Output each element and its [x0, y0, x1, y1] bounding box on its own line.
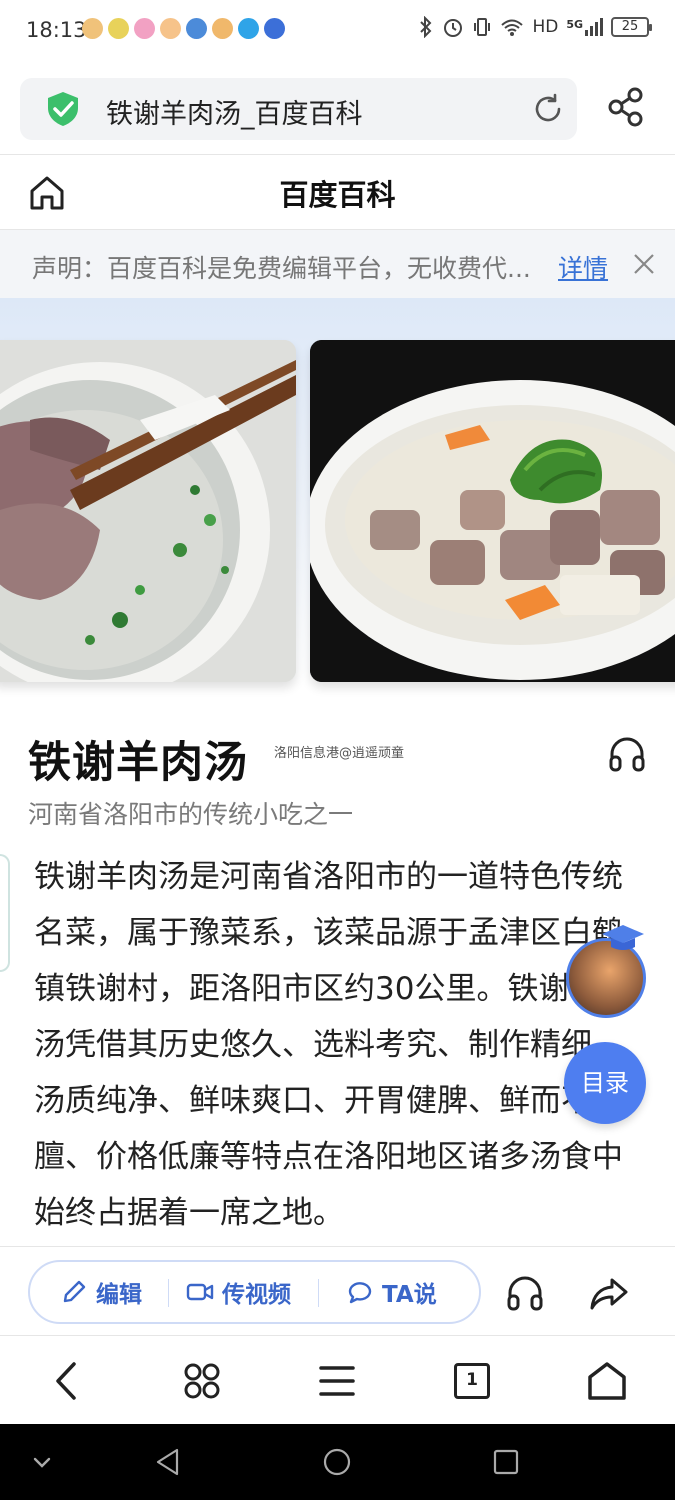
ta-comment-label: TA说 — [382, 1282, 437, 1308]
edit-label: 编辑 — [96, 1282, 142, 1308]
wifi-icon — [501, 19, 524, 36]
network-type: HD — [532, 17, 559, 37]
browser-screen: 18:13 HD 5G 25 铁谢羊肉汤_百度百科 百度百科 声明：百度百科是免… — [0, 0, 675, 1500]
separator — [318, 1279, 319, 1307]
image-gallery[interactable] — [0, 298, 675, 718]
home-icon[interactable] — [586, 1360, 628, 1402]
image-watermark: 洛阳信息港@逍遥顽童 — [274, 746, 405, 761]
disclaimer-banner: 声明：百度百科是免费编辑平台，无收费代... 详情 — [0, 230, 675, 298]
tab-count: 1 — [454, 1363, 490, 1399]
system-indicators: HD 5G 25 — [418, 16, 652, 38]
lamb-soup-photo-2[interactable] — [310, 340, 675, 682]
battery-icon: 25 — [611, 17, 652, 37]
graduation-cap-icon — [602, 925, 644, 950]
back-icon[interactable] — [46, 1360, 88, 1402]
pencil-icon — [63, 1280, 86, 1303]
home-circle-icon[interactable] — [321, 1446, 353, 1478]
status-bar: 18:13 HD 5G 25 — [0, 0, 675, 64]
notification-app-icon — [238, 18, 259, 39]
divider — [0, 1246, 675, 1247]
divider — [0, 154, 675, 155]
signal-icon: 5G — [566, 18, 603, 36]
reload-icon[interactable] — [531, 92, 565, 126]
alarm-icon — [444, 19, 463, 37]
notification-app-icon — [212, 18, 233, 39]
page-title-in-address-bar[interactable]: 铁谢羊肉汤_百度百科 — [106, 92, 363, 131]
shield-check-icon — [48, 92, 78, 126]
lamb-soup-photo-1[interactable] — [0, 340, 296, 682]
article-title: 铁谢羊肉汤 — [28, 738, 248, 788]
side-drawer-handle[interactable] — [0, 854, 10, 972]
recents-square-icon[interactable] — [490, 1446, 522, 1478]
signal-type: 5G — [566, 18, 583, 31]
notification-app-icon — [160, 18, 181, 39]
article-subtitle: 河南省洛阳市的传统小吃之一 — [28, 800, 354, 829]
vibrate-icon — [474, 18, 491, 36]
system-navigation-bar — [0, 1424, 675, 1500]
table-of-contents-button[interactable]: 目录 — [564, 1042, 646, 1124]
notification-app-icon — [108, 18, 129, 39]
ta-comment-button[interactable]: TA说 — [346, 1262, 437, 1322]
notification-app-icon — [82, 18, 103, 39]
article-action-bar: 编辑 传视频 TA说 — [28, 1260, 481, 1324]
share-icon[interactable] — [606, 86, 646, 128]
chevron-down-icon[interactable] — [26, 1446, 58, 1478]
bluetooth-icon — [420, 16, 432, 38]
notification-app-icon — [186, 18, 207, 39]
tabs-button[interactable]: 1 — [451, 1360, 493, 1402]
disclaimer-text: 声明：百度百科是免费编辑平台，无收费代... — [32, 254, 531, 283]
notification-icons — [82, 18, 285, 39]
close-icon[interactable] — [630, 250, 658, 278]
back-triangle-icon[interactable] — [152, 1446, 184, 1478]
video-camera-icon — [186, 1283, 214, 1301]
headphone-icon[interactable] — [606, 733, 648, 775]
notification-app-icon — [134, 18, 155, 39]
status-time: 18:13 — [26, 18, 87, 42]
apps-icon[interactable] — [181, 1360, 223, 1402]
chat-bubble-icon — [348, 1282, 372, 1304]
separator — [168, 1279, 169, 1307]
forward-share-icon[interactable] — [588, 1272, 630, 1314]
article-summary: 铁谢羊肉汤是河南省洛阳市的一道特色传统名菜，属于豫菜系，该菜品源于孟津区白鹤镇铁… — [34, 859, 632, 1231]
address-bar[interactable]: 铁谢羊肉汤_百度百科 — [20, 78, 577, 140]
notification-app-icon — [264, 18, 285, 39]
browser-toolbar: 1 — [0, 1336, 675, 1424]
upload-video-button[interactable]: 传视频 — [186, 1262, 291, 1322]
upload-video-label: 传视频 — [222, 1282, 291, 1308]
site-title: 百度百科 — [279, 178, 396, 212]
menu-icon[interactable] — [316, 1360, 358, 1402]
disclaimer-details-link[interactable]: 详情 — [558, 249, 608, 285]
headphone-icon[interactable] — [504, 1272, 546, 1314]
edit-button[interactable]: 编辑 — [60, 1262, 142, 1322]
